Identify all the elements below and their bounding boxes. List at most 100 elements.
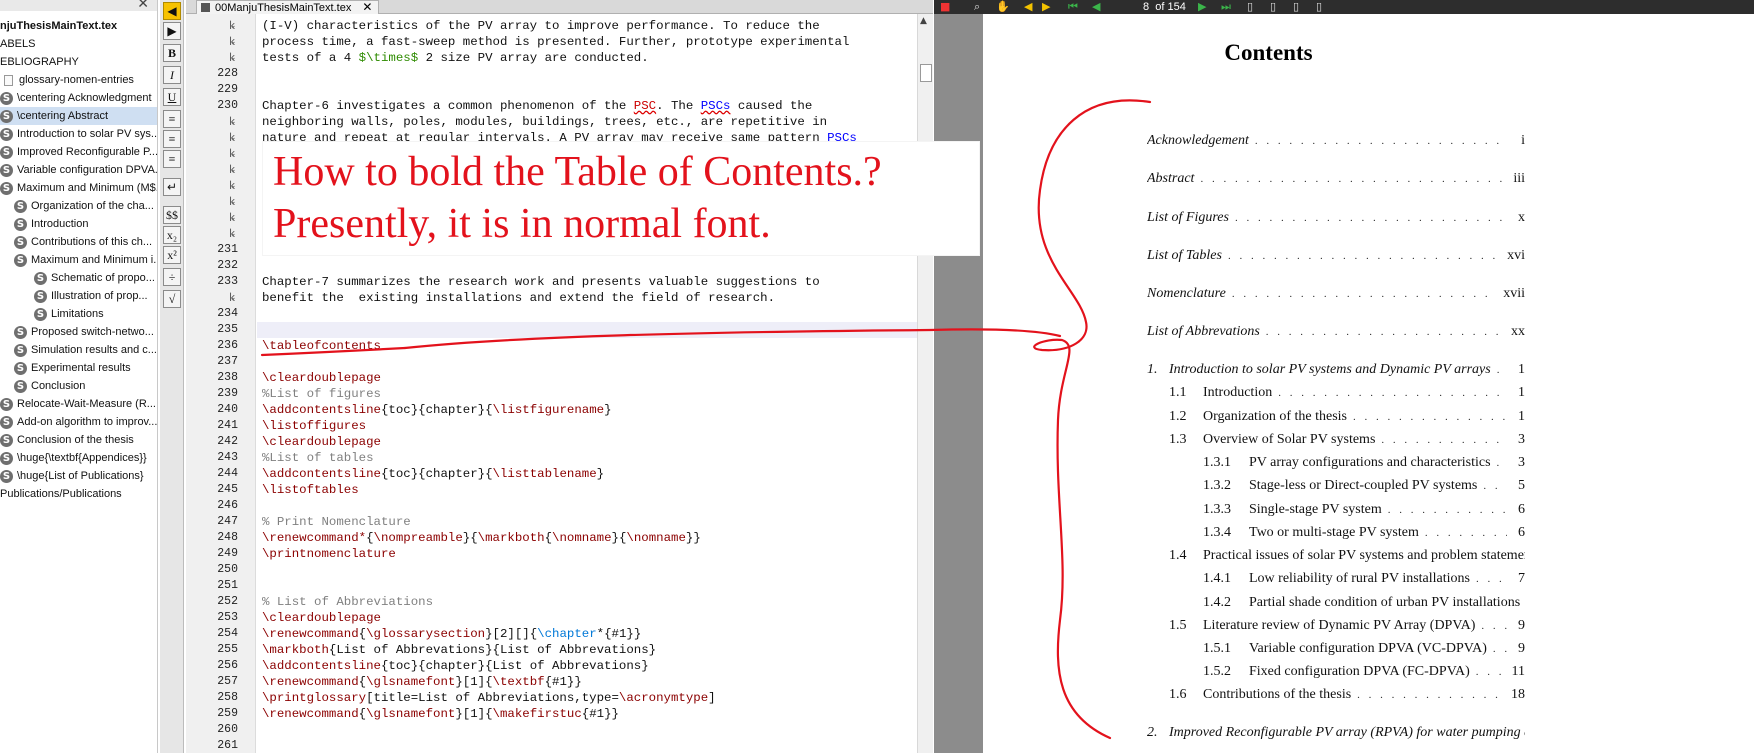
arrow-right-icon[interactable]: ▶ xyxy=(163,22,181,40)
code-line[interactable]: \printnomenclature xyxy=(262,546,396,562)
code-line[interactable]: \cleardoublepage xyxy=(262,610,381,626)
structure-item[interactable]: S Maximum and Minimum i... xyxy=(0,251,157,269)
toc-entry[interactable]: 1.6 Contributions of the thesis 18 xyxy=(1169,685,1525,705)
toc-entry[interactable]: 1.4.1 Low reliability of rural PV install… xyxy=(1203,569,1525,589)
structure-item[interactable]: S Illustration of prop... xyxy=(0,287,157,305)
align-right-button[interactable]: ≡ xyxy=(163,150,181,168)
structure-item[interactable]: S Limitations xyxy=(0,305,157,323)
arrow-left-icon[interactable]: ◀ xyxy=(163,2,181,20)
structure-item[interactable]: S \centering Abstract xyxy=(0,107,157,125)
scroll-up-icon[interactable]: ▲ xyxy=(920,16,927,26)
double-continuous-icon[interactable]: ▯ xyxy=(1316,0,1322,14)
first-page-icon[interactable]: ⏮ xyxy=(1068,0,1078,14)
toc-entry[interactable]: 1.3.3 Single-stage PV system 6 xyxy=(1203,500,1525,520)
code-line[interactable]: process time, a fast-sweep method is pre… xyxy=(262,34,849,50)
subscript-button[interactable]: x₂ xyxy=(163,226,181,244)
code-line[interactable]: \cleardoublepage xyxy=(262,434,381,450)
structure-item[interactable]: S Conclusion xyxy=(0,377,157,395)
structure-item[interactable]: S Introduction xyxy=(0,215,157,233)
code-line[interactable]: Chapter-7 summarizes the research work a… xyxy=(262,274,820,290)
toc-entry[interactable]: 1.3 Overview of Solar PV systems 3 xyxy=(1169,430,1525,450)
sqrt-button[interactable]: √ xyxy=(163,290,181,308)
superscript-button[interactable]: x² xyxy=(163,246,181,264)
code-line[interactable]: (I-V) characteristics of the PV array to… xyxy=(262,18,820,34)
structure-item[interactable]: S Experimental results xyxy=(0,359,157,377)
zoom-icon[interactable]: ⌕ xyxy=(974,0,980,14)
scrollbar-thumb[interactable] xyxy=(920,64,932,82)
newline-button[interactable]: ↵ xyxy=(163,178,181,196)
code-line[interactable]: % List of Abbreviations xyxy=(262,594,433,610)
toc-entry[interactable]: 1.1 Introduction 1 xyxy=(1169,383,1525,403)
structure-item[interactable]: S Organization of the cha... xyxy=(0,197,157,215)
toc-entry[interactable]: 2. Improved Reconfigurable PV array (RPVA… xyxy=(1147,723,1525,743)
hand-icon[interactable]: ✋ xyxy=(996,0,1010,14)
structure-item[interactable]: S \huge{\textbf{Appendices}} xyxy=(0,449,157,467)
toc-entry[interactable]: Acknowledgement i xyxy=(1147,131,1525,151)
structure-item[interactable]: S Improved Reconfigurable P... xyxy=(0,143,157,161)
structure-item[interactable]: S Conclusion of the thesis xyxy=(0,431,157,449)
back-icon[interactable]: ◀ xyxy=(1024,0,1032,14)
code-line[interactable]: \renewcommand{\glossarysection}[2][]{\ch… xyxy=(262,626,641,642)
code-line[interactable]: \renewcommand{\glsnamefont}[1]{\textbf{#… xyxy=(262,674,582,690)
close-tab-icon[interactable]: ✕ xyxy=(362,0,372,14)
underline-button[interactable]: U xyxy=(163,88,181,106)
code-line[interactable]: Chapter-6 investigates a common phenomen… xyxy=(262,98,812,114)
toc-entry[interactable]: List of Abbrevations xx xyxy=(1147,322,1525,342)
code-line[interactable]: % Print Nomenclature xyxy=(262,514,411,530)
code-line[interactable]: \listoftables xyxy=(262,482,359,498)
toc-entry[interactable]: Abstract iii xyxy=(1147,169,1525,189)
structure-item[interactable]: S Maximum and Minimum (M$... xyxy=(0,179,157,197)
structure-item[interactable]: njuThesisMainText.tex xyxy=(0,17,157,35)
code-line[interactable]: \renewcommand{\glsnamefont}[1]{\makefirs… xyxy=(262,706,619,722)
toc-entry[interactable]: 1.4.2 Partial shade condition of urban PV… xyxy=(1203,593,1525,613)
math-button[interactable]: $$ xyxy=(163,206,181,224)
structure-item[interactable]: S Schematic of propo... xyxy=(0,269,157,287)
code-line[interactable]: \addcontentsline{toc}{chapter}{List of A… xyxy=(262,658,649,674)
code-line[interactable] xyxy=(257,322,917,338)
code-line[interactable]: \printglossary[title=List of Abbreviatio… xyxy=(262,690,716,706)
toc-entry[interactable]: 1.3.4 Two or multi-stage PV system 6 xyxy=(1203,523,1525,543)
pdf-page[interactable]: Contents Acknowledgement i Abstract iii List… xyxy=(983,14,1754,753)
structure-item[interactable]: EBLIOGRAPHY xyxy=(0,53,157,71)
toc-entry[interactable]: Nomenclature xvii xyxy=(1147,284,1525,304)
code-line[interactable]: \tableofcontents xyxy=(262,338,381,354)
single-page-icon[interactable]: ▯ xyxy=(1247,0,1253,14)
code-line[interactable]: \addcontentsline{toc}{chapter}{\listfigu… xyxy=(262,402,612,418)
code-line[interactable]: %List of figures xyxy=(262,386,381,402)
code-line[interactable]: \addcontentsline{toc}{chapter}{\listtabl… xyxy=(262,466,604,482)
code-editor[interactable]: (I-V) characteristics of the PV array to… xyxy=(257,14,917,753)
structure-item[interactable]: S \huge{List of Publications} xyxy=(0,467,157,485)
code-line[interactable]: benefit the existing installations and e… xyxy=(262,290,775,306)
structure-item[interactable]: S \centering Acknowledgment xyxy=(0,89,157,107)
toc-entry[interactable]: 1.5.2 Fixed configuration DPVA (FC-DPVA) 1… xyxy=(1203,662,1525,682)
toc-entry[interactable]: 1.4 Practical issues of solar PV systems … xyxy=(1169,546,1525,566)
code-line[interactable]: tests of a 4 $\times$ 2 size PV array ar… xyxy=(262,50,649,66)
forward-icon[interactable]: ▶ xyxy=(1042,0,1050,14)
editor-scrollbar[interactable]: ▲ xyxy=(917,14,933,753)
structure-item[interactable]: S Proposed switch-netwo... xyxy=(0,323,157,341)
page-current[interactable]: 8 xyxy=(1143,1,1149,13)
continuous-page-icon[interactable]: ▯ xyxy=(1270,0,1276,14)
structure-item[interactable]: S Relocate-Wait-Measure (R... xyxy=(0,395,157,413)
toc-entry[interactable]: 1.3.1 PV array configurations and charact… xyxy=(1203,453,1525,473)
toc-entry[interactable]: 1.5 Literature review of Dynamic PV Array… xyxy=(1169,616,1525,636)
fraction-button[interactable]: ÷ xyxy=(163,268,181,286)
toc-entry[interactable]: 1.3.2 Stage-less or Direct-coupled PV sys… xyxy=(1203,476,1525,496)
structure-item[interactable]: S Variable configuration DPVA... xyxy=(0,161,157,179)
tab-main-text[interactable]: 00ManjuThesisMainText.tex ✕ xyxy=(196,0,380,14)
bold-button[interactable]: B xyxy=(163,44,181,62)
toc-entry[interactable]: 1. Introduction to solar PV systems and D… xyxy=(1147,360,1525,380)
structure-item[interactable]: S Introduction to solar PV sys... xyxy=(0,125,157,143)
toc-entry[interactable]: 1.5.1 Variable configuration DPVA (VC-DPV… xyxy=(1203,639,1525,659)
structure-item[interactable]: S Contributions of this ch... xyxy=(0,233,157,251)
structure-item[interactable]: Publications/Publications xyxy=(0,485,157,503)
align-center-button[interactable]: ≡ xyxy=(163,130,181,148)
last-page-icon[interactable]: ⏭ xyxy=(1221,0,1231,14)
structure-item[interactable]: ABELS xyxy=(0,35,157,53)
align-left-button[interactable]: ≡ xyxy=(163,110,181,128)
structure-item[interactable]: glossary-nomen-entries xyxy=(0,71,157,89)
prev-page-icon[interactable]: ◀ xyxy=(1092,0,1100,14)
next-page-icon[interactable]: ▶ xyxy=(1198,0,1206,14)
toc-entry[interactable]: List of Tables xvi xyxy=(1147,246,1525,266)
double-page-icon[interactable]: ▯ xyxy=(1293,0,1299,14)
